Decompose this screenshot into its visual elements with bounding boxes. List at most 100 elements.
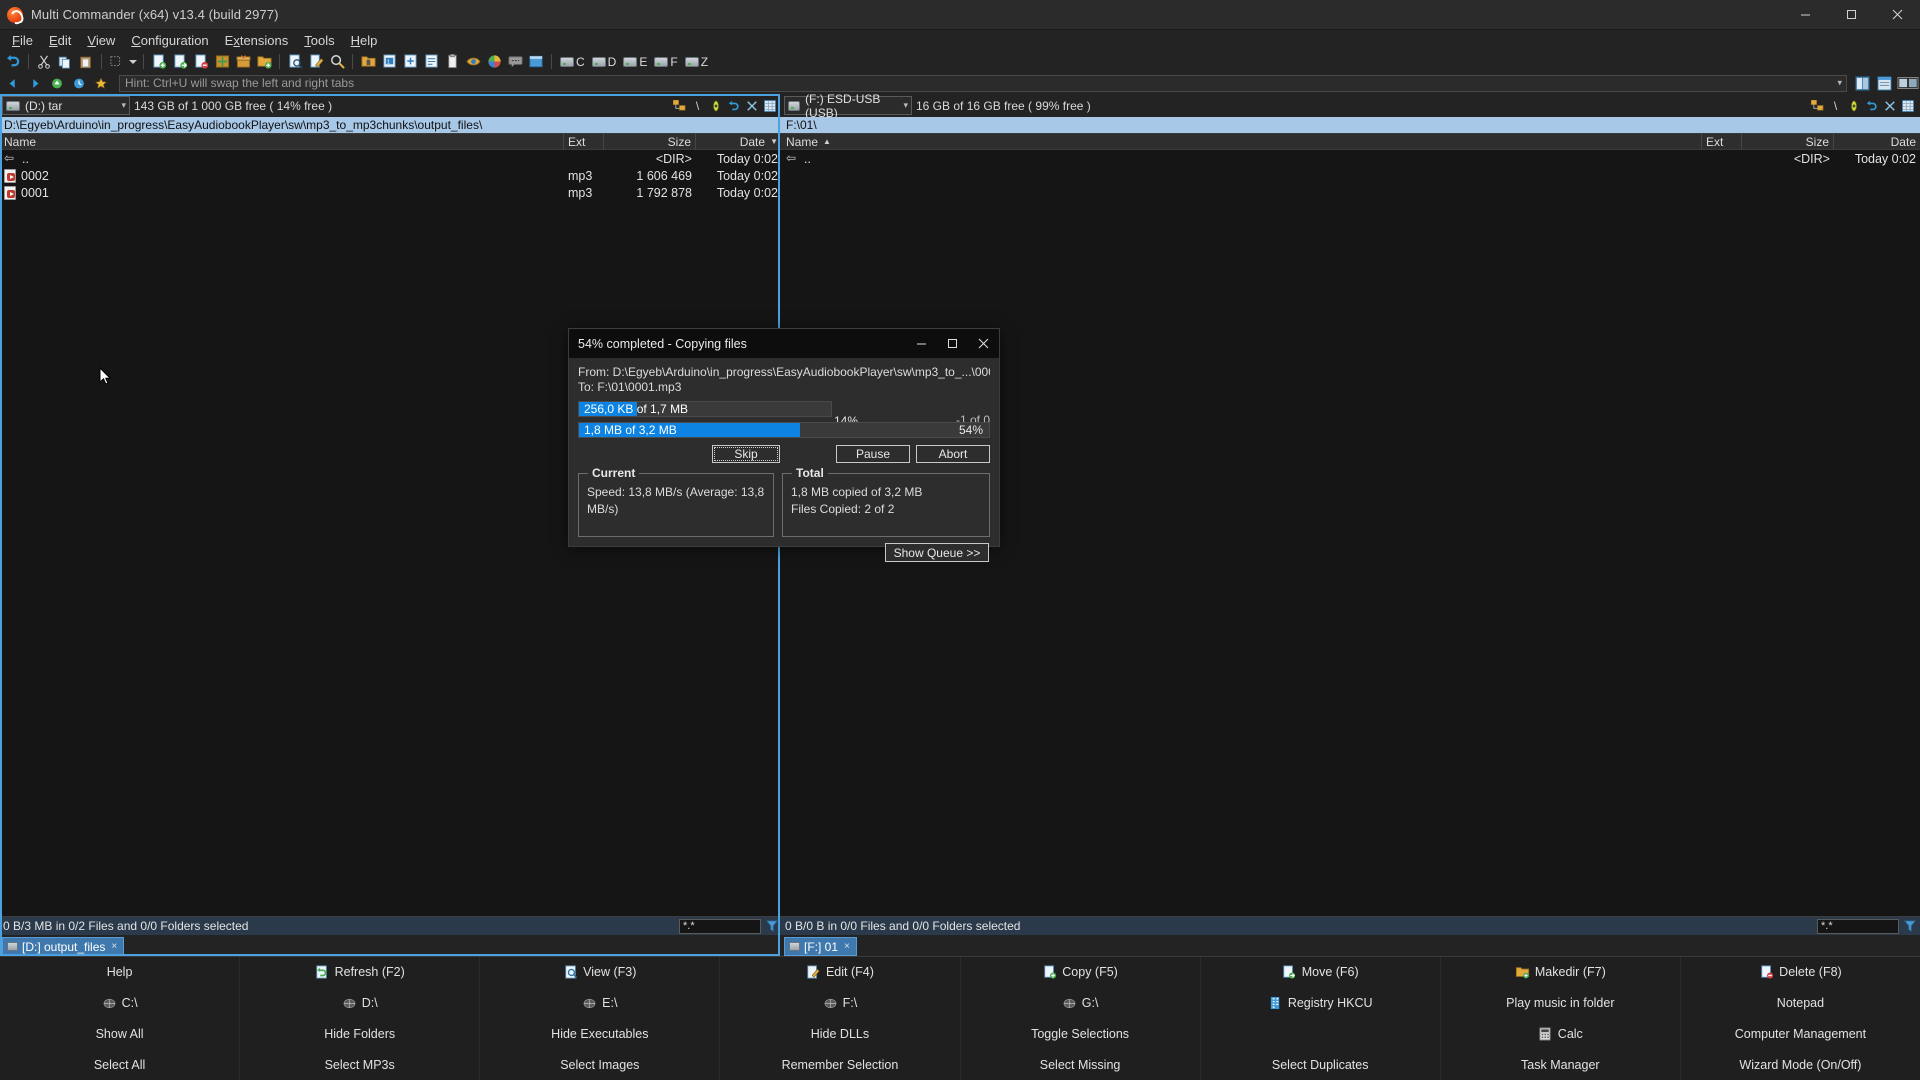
- close-icon[interactable]: ×: [844, 941, 850, 952]
- button-computer-management[interactable]: Computer Management: [1681, 1019, 1920, 1050]
- dual-panel-icon[interactable]: [1896, 74, 1920, 92]
- column-header-name[interactable]: Name: [0, 133, 564, 150]
- panel-layout-icon[interactable]: [1874, 74, 1894, 92]
- button-select-duplicates[interactable]: Select Duplicates: [1201, 1049, 1441, 1080]
- right-quick-filter-input[interactable]: *.*: [1817, 918, 1899, 934]
- button-hide-executables[interactable]: Hide Executables: [480, 1018, 721, 1050]
- back-icon[interactable]: [3, 74, 23, 92]
- chevron-down-icon[interactable]: ▾: [121, 100, 126, 111]
- button-edit-f4[interactable]: Edit (F4): [720, 957, 961, 988]
- new-file-icon[interactable]: [149, 53, 169, 71]
- table-row[interactable]: ⇦.. <DIR> Today 0:02: [782, 150, 1920, 167]
- backslash-icon[interactable]: \: [1828, 99, 1843, 113]
- button-notepad[interactable]: Notepad: [1681, 988, 1920, 1019]
- delete-file-icon[interactable]: [191, 53, 211, 71]
- button-wizard-mode[interactable]: Wizard Mode (On/Off): [1681, 1049, 1920, 1080]
- file-add-icon[interactable]: [400, 53, 420, 71]
- button-delete-f8[interactable]: Delete (F8): [1681, 957, 1920, 988]
- tab-01[interactable]: [F:] 01 ×: [784, 937, 857, 956]
- unlink-icon[interactable]: [1882, 99, 1897, 113]
- close-icon[interactable]: ×: [111, 941, 117, 952]
- package-icon[interactable]: [212, 53, 232, 71]
- left-drive-select[interactable]: (D:) tar ▾: [2, 96, 130, 115]
- table-row[interactable]: ⇦.. <DIR> Today 0:02: [0, 150, 782, 167]
- pause-button[interactable]: Pause: [836, 445, 910, 463]
- select-marker-icon[interactable]: [107, 53, 127, 71]
- column-header-ext[interactable]: Ext: [1702, 133, 1742, 150]
- eye-icon[interactable]: [463, 53, 483, 71]
- tab-output-files[interactable]: [D:] output_files ×: [2, 937, 125, 956]
- file-list-icon[interactable]: [421, 53, 441, 71]
- chevron-down-icon[interactable]: ▾: [1837, 78, 1842, 89]
- button-copy-f5[interactable]: Copy (F5): [961, 957, 1201, 988]
- left-quick-filter-input[interactable]: *.*: [679, 918, 761, 934]
- cut-icon[interactable]: [34, 53, 54, 71]
- paste-icon[interactable]: [76, 53, 96, 71]
- grid-icon[interactable]: [1900, 99, 1915, 113]
- up-icon[interactable]: [47, 74, 67, 92]
- layout-icon[interactable]: [1852, 74, 1872, 92]
- menu-item-view[interactable]: View: [79, 31, 123, 50]
- button-drive-c[interactable]: C:\: [0, 987, 241, 1019]
- split-icon[interactable]: [1846, 99, 1861, 113]
- drive-button-z[interactable]: Z: [682, 55, 711, 69]
- backslash-icon[interactable]: \: [690, 99, 705, 113]
- column-header-date[interactable]: Date: [1834, 133, 1920, 150]
- branch-view-icon[interactable]: [1810, 99, 1825, 113]
- button-play-music-in-folder[interactable]: Play music in folder: [1441, 987, 1681, 1019]
- button-select-missing[interactable]: Select Missing: [961, 1049, 1201, 1080]
- new-folder-icon[interactable]: [254, 53, 274, 71]
- button-select-mp3s[interactable]: Select MP3s: [240, 1049, 481, 1080]
- find-icon[interactable]: [327, 53, 347, 71]
- dialog-close-icon[interactable]: [968, 329, 999, 358]
- forward-icon[interactable]: [25, 74, 45, 92]
- button-calc[interactable]: Calc: [1441, 1018, 1681, 1050]
- panel-icon[interactable]: [526, 53, 546, 71]
- clipboard-icon[interactable]: [442, 53, 462, 71]
- table-row[interactable]: 0001 mp3 1 792 878 Today 0:02: [0, 184, 782, 201]
- drive-button-d[interactable]: D: [589, 55, 620, 69]
- menu-item-edit[interactable]: Edit: [41, 31, 79, 50]
- refresh-icon[interactable]: [3, 53, 23, 71]
- button-drive-g[interactable]: G:\: [961, 987, 1201, 1019]
- comment-icon[interactable]: [505, 53, 525, 71]
- button-hide-dlls[interactable]: Hide DLLs: [720, 1018, 961, 1050]
- edit-file-icon[interactable]: [306, 53, 326, 71]
- search-files-icon[interactable]: [285, 53, 305, 71]
- button-view-f3[interactable]: View (F3): [480, 957, 721, 988]
- button-makedir-f7[interactable]: Makedir (F7): [1441, 957, 1681, 988]
- right-path-bar[interactable]: F:\01\: [782, 117, 1920, 133]
- color-wheel-icon[interactable]: [484, 53, 504, 71]
- file-script-icon[interactable]: 1: [379, 53, 399, 71]
- refresh-panel-icon[interactable]: [1864, 99, 1879, 113]
- filter-icon[interactable]: [1903, 919, 1917, 934]
- menu-item-configuration[interactable]: Configuration: [123, 31, 216, 50]
- show-queue-button[interactable]: Show Queue >>: [885, 543, 989, 562]
- button-task-manager[interactable]: Task Manager: [1441, 1049, 1681, 1080]
- drive-button-f[interactable]: F: [651, 55, 680, 69]
- skip-button[interactable]: Skip: [712, 445, 780, 463]
- column-header-size[interactable]: Size: [604, 133, 696, 150]
- menu-item-extensions[interactable]: Extensions: [217, 31, 297, 50]
- unpack-icon[interactable]: [233, 53, 253, 71]
- maximize-icon[interactable]: [1828, 0, 1874, 30]
- right-drive-select[interactable]: (F:) ESD-USB (USB) ▾: [784, 92, 912, 120]
- menu-item-file[interactable]: FFileile: [4, 31, 41, 50]
- drive-button-c[interactable]: C: [557, 55, 588, 69]
- dialog-minimize-icon[interactable]: [906, 329, 937, 358]
- history-icon[interactable]: [69, 74, 89, 92]
- column-header-name[interactable]: Name ▲: [782, 133, 1702, 150]
- button-empty-slot[interactable]: [1201, 1018, 1441, 1050]
- chevron-down-icon[interactable]: ▾: [903, 100, 908, 111]
- button-drive-f[interactable]: F:\: [720, 987, 961, 1019]
- button-toggle-selections[interactable]: Toggle Selections: [961, 1018, 1201, 1050]
- menu-item-help[interactable]: Help: [343, 31, 386, 50]
- button-select-images[interactable]: Select Images: [480, 1049, 721, 1080]
- copy-progress-dialog[interactable]: 54% completed - Copying files From: D:\E…: [568, 328, 1000, 562]
- abort-button[interactable]: Abort: [916, 445, 990, 463]
- button-move-f6[interactable]: Move (F6): [1201, 957, 1441, 988]
- favorite-icon[interactable]: [91, 74, 111, 92]
- dialog-maximize-icon[interactable]: [937, 329, 968, 358]
- branch-view-icon[interactable]: [672, 99, 687, 113]
- button-drive-e[interactable]: E:\: [480, 987, 721, 1019]
